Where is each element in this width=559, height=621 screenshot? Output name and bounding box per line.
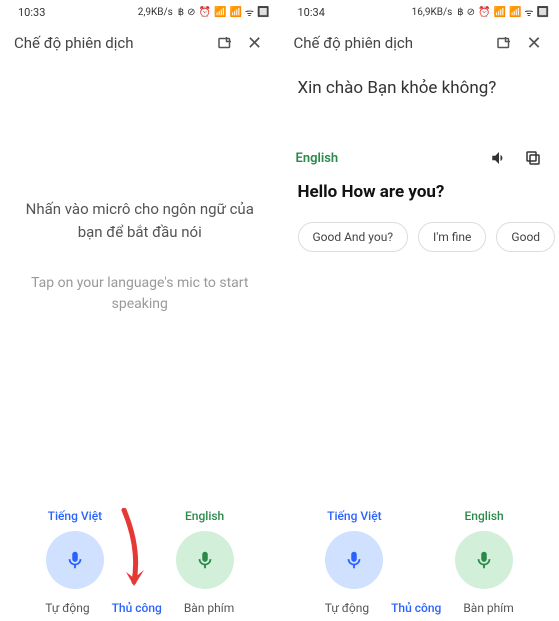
close-icon[interactable]: ✕	[523, 32, 545, 54]
mic-lang-target: English	[185, 509, 224, 523]
tab-keyboard[interactable]: Bàn phím	[463, 601, 513, 615]
mic-button-source[interactable]	[46, 531, 104, 589]
status-speed: 16,9KB/s	[412, 7, 453, 18]
mic-row: Tiếng Việt English	[0, 509, 280, 589]
header-title: Chế độ phiên dịch	[294, 34, 486, 52]
mic-col-source: Tiếng Việt	[309, 509, 399, 589]
battery-icon: 🔲	[537, 7, 549, 18]
copy-icon[interactable]	[523, 148, 543, 168]
mic-col-target: English	[439, 509, 529, 589]
tab-manual[interactable]: Thủ công	[112, 601, 162, 615]
translation-area: Xin chào Bạn khỏe không? English Hello H…	[280, 64, 559, 252]
target-lang-row: English	[296, 148, 544, 168]
signal-icon: 📶	[509, 7, 521, 18]
mode-tabs: Tự động Thủ công Bàn phím	[280, 601, 559, 615]
mic-icon	[64, 549, 86, 571]
signal-icon: 📶	[494, 7, 506, 18]
mic-button-source[interactable]	[325, 531, 383, 589]
wifi-icon: ᯤ	[524, 5, 533, 19]
bottom-controls: Tiếng Việt English Tự động Thủ công Bàn …	[0, 509, 280, 621]
suggestion-chip[interactable]: Good And you?	[298, 222, 409, 252]
mic-lang-source: Tiếng Việt	[48, 509, 103, 523]
mic-col-target: English	[160, 509, 250, 589]
tab-auto[interactable]: Tự động	[45, 601, 89, 615]
prompt-text-en: Tap on your language's mic to start spea…	[24, 273, 256, 315]
mic-lang-target: English	[465, 509, 504, 523]
bluetooth-icon: ฿	[457, 7, 463, 18]
target-lang-label: English	[296, 151, 476, 166]
phone-left: 10:33 2,9KB/s ฿ ⊘ ⏰ 📶 📶 ᯤ 🔲 Chế độ phiên…	[0, 0, 280, 621]
prompt-text-vi: Nhấn vào micrô cho ngôn ngữ của bạn để b…	[24, 198, 256, 243]
mic-row: Tiếng Việt English	[280, 509, 559, 589]
app-header: Chế độ phiên dịch ✕	[280, 20, 559, 64]
status-right: 16,9KB/s ฿ ⊘ ⏰ 📶 📶 ᯤ 🔲	[412, 5, 549, 19]
dnd-icon: ⊘	[467, 7, 475, 18]
mic-button-target[interactable]	[455, 531, 513, 589]
bottom-controls: Tiếng Việt English Tự động Thủ công Bàn …	[280, 509, 559, 621]
target-text: Hello How are you?	[296, 182, 544, 202]
mic-button-target[interactable]	[176, 531, 234, 589]
speaker-icon[interactable]	[489, 148, 509, 168]
tab-auto[interactable]: Tự động	[325, 601, 369, 615]
suggestion-chip[interactable]: I'm fine	[418, 222, 486, 252]
status-time: 10:34	[298, 6, 325, 19]
suggestion-chips: Good And you? I'm fine Good	[296, 222, 544, 252]
source-text: Xin chào Bạn khỏe không?	[296, 78, 544, 98]
pip-icon[interactable]	[493, 32, 515, 54]
mic-lang-source: Tiếng Việt	[327, 509, 382, 523]
mic-icon	[343, 549, 365, 571]
status-bar: 10:34 16,9KB/s ฿ ⊘ ⏰ 📶 📶 ᯤ 🔲	[280, 0, 559, 20]
phone-right: 10:34 16,9KB/s ฿ ⊘ ⏰ 📶 📶 ᯤ 🔲 Chế độ phiê…	[280, 0, 559, 621]
mic-icon	[194, 549, 216, 571]
prompt-area: Nhấn vào micrô cho ngôn ngữ của bạn để b…	[0, 4, 280, 509]
suggestion-chip[interactable]: Good	[496, 222, 555, 252]
mode-tabs: Tự động Thủ công Bàn phím	[0, 601, 280, 615]
tab-manual[interactable]: Thủ công	[391, 601, 441, 615]
tab-keyboard[interactable]: Bàn phím	[184, 601, 234, 615]
mic-col-source: Tiếng Việt	[30, 509, 120, 589]
alarm-icon: ⏰	[478, 7, 490, 18]
mic-icon	[473, 549, 495, 571]
